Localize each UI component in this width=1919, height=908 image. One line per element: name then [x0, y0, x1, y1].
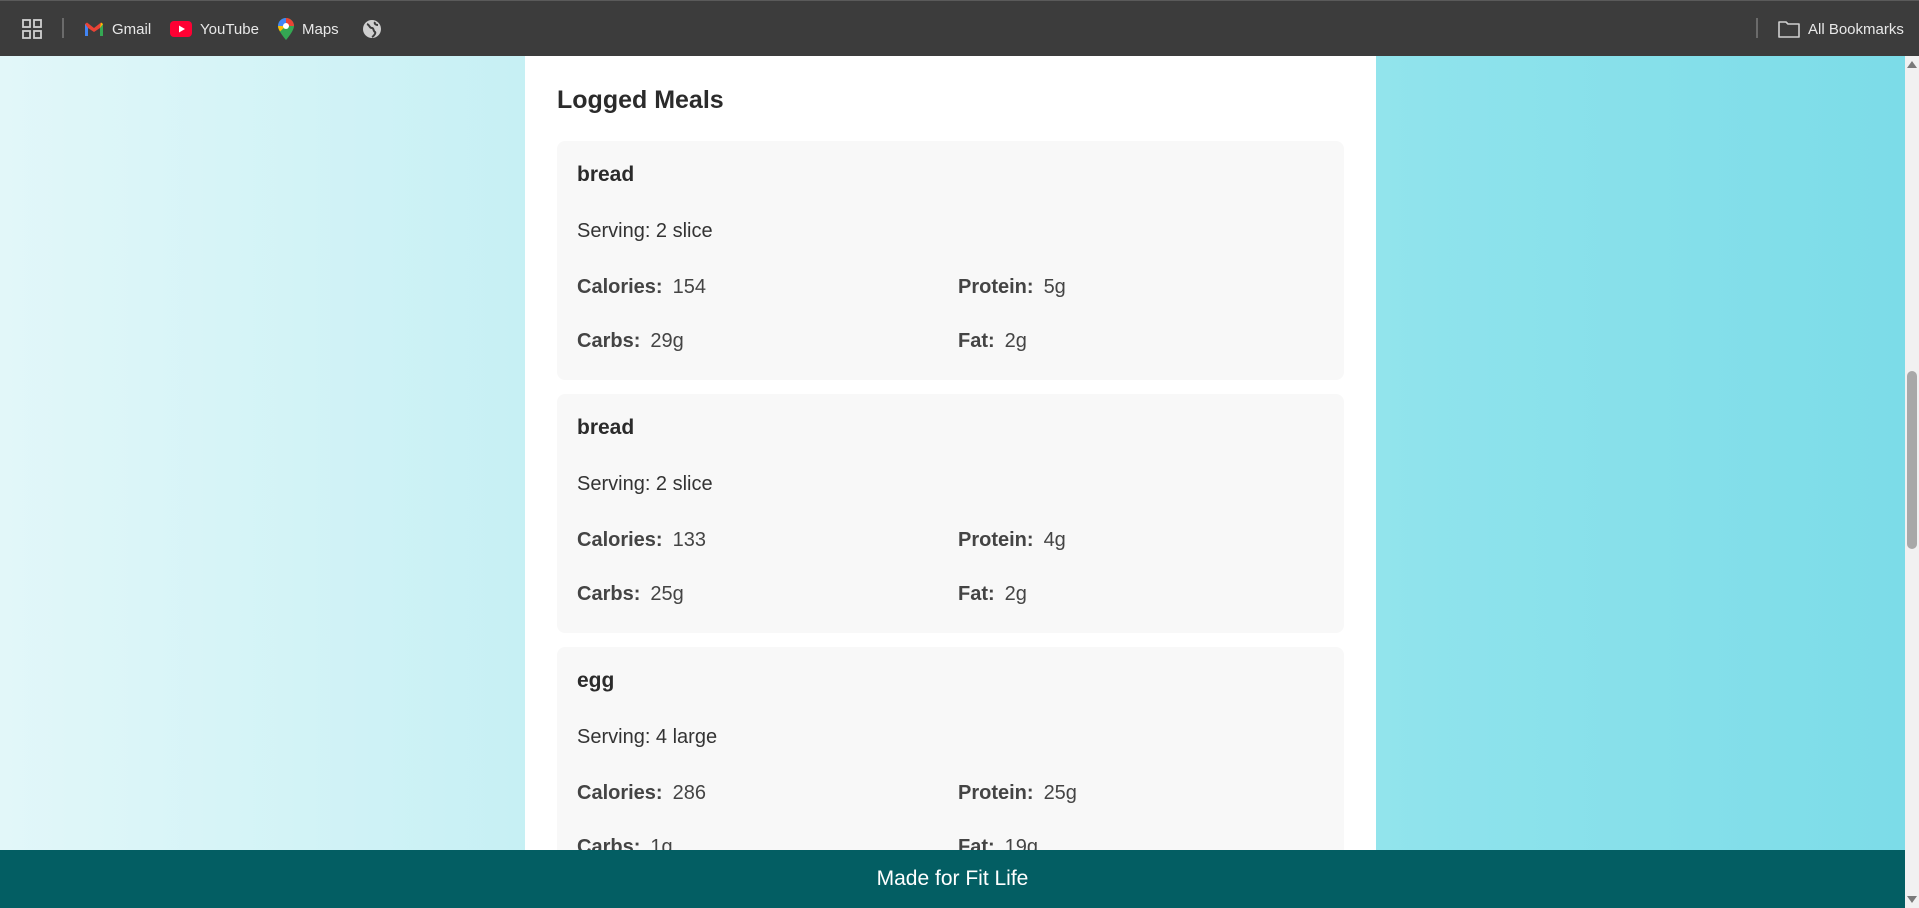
- bookmark-youtube[interactable]: YouTube: [170, 1, 259, 57]
- all-bookmarks-label: All Bookmarks: [1808, 20, 1904, 38]
- carbs-label: Carbs:: [577, 836, 641, 850]
- vertical-scrollbar[interactable]: [1905, 56, 1919, 908]
- scroll-down-arrow-icon[interactable]: [1907, 896, 1917, 903]
- meal-serving: Serving: 2 slice: [577, 220, 713, 242]
- meal-fat: Fat: 2g: [958, 330, 1027, 353]
- bookmarks-bar: Gmail YouTube Maps All Bookmarks: [0, 0, 1919, 56]
- calories-value: 133: [672, 529, 706, 551]
- all-bookmarks-button[interactable]: All Bookmarks: [1778, 1, 1904, 57]
- fat-value: 19g: [1004, 836, 1039, 850]
- meal-serving: Serving: 4 large: [577, 726, 718, 748]
- protein-label: Protein:: [958, 782, 1034, 804]
- page-footer: Made for Fit Life: [0, 850, 1905, 908]
- carbs-value: 29g: [650, 330, 684, 352]
- scrollbar-thumb[interactable]: [1907, 371, 1917, 549]
- calories-label: Calories:: [577, 276, 663, 298]
- youtube-icon: [170, 21, 192, 37]
- apps-grid-icon[interactable]: [22, 1, 42, 57]
- meal-calories: Calories: 154: [577, 276, 706, 299]
- meal-card: bread Serving: 2 slice Calories: 154 Prot…: [557, 141, 1344, 380]
- meal-calories: Calories: 286: [577, 782, 706, 805]
- meal-card: bread Serving: 2 slice Calories: 133 Prot…: [557, 394, 1344, 633]
- protein-label: Protein:: [958, 529, 1034, 551]
- protein-value: 25g: [1043, 782, 1077, 804]
- meal-serving: Serving: 2 slice: [577, 473, 713, 495]
- calories-value: 154: [672, 276, 706, 298]
- calories-label: Calories:: [577, 529, 663, 551]
- meal-name: bread: [577, 416, 635, 439]
- fat-value: 2g: [1004, 330, 1027, 352]
- bookmarks-separator: [1756, 18, 1758, 38]
- fat-label: Fat:: [958, 836, 995, 850]
- maps-icon: [278, 18, 294, 40]
- calories-label: Calories:: [577, 782, 663, 804]
- meal-carbs: Carbs: 29g: [577, 330, 684, 353]
- meal-name: bread: [577, 163, 635, 186]
- section-title: Logged Meals: [557, 86, 724, 114]
- carbs-value: 1g: [650, 836, 673, 850]
- protein-label: Protein:: [958, 276, 1034, 298]
- meal-fat: Fat: 19g: [958, 836, 1038, 850]
- meal-carbs: Carbs: 25g: [577, 583, 684, 606]
- meal-protein: Protein: 5g: [958, 276, 1066, 299]
- globe-icon[interactable]: [362, 1, 382, 57]
- meal-protein: Protein: 4g: [958, 529, 1066, 552]
- carbs-label: Carbs:: [577, 583, 641, 605]
- protein-value: 5g: [1043, 276, 1066, 298]
- bookmark-label: Gmail: [112, 20, 152, 38]
- carbs-label: Carbs:: [577, 330, 641, 352]
- calories-value: 286: [672, 782, 706, 804]
- bookmarks-separator: [62, 18, 64, 38]
- bookmark-maps[interactable]: Maps: [278, 1, 339, 57]
- meal-protein: Protein: 25g: [958, 782, 1077, 805]
- fat-label: Fat:: [958, 330, 995, 352]
- bookmark-gmail[interactable]: Gmail: [84, 1, 151, 57]
- page-background: Logged Meals bread Serving: 2 slice Calo…: [0, 56, 1905, 850]
- footer-text: Made for Fit Life: [876, 867, 1029, 890]
- meal-name: egg: [577, 669, 615, 692]
- meal-carbs: Carbs: 1g: [577, 836, 673, 850]
- fat-value: 2g: [1004, 583, 1027, 605]
- logged-meals-card: Logged Meals bread Serving: 2 slice Calo…: [525, 56, 1376, 850]
- meal-card: egg Serving: 4 large Calories: 286 Protei…: [557, 647, 1344, 850]
- meal-calories: Calories: 133: [577, 529, 706, 552]
- gmail-icon: [84, 21, 104, 37]
- scroll-up-arrow-icon[interactable]: [1907, 61, 1917, 68]
- fat-label: Fat:: [958, 583, 995, 605]
- bookmark-label: YouTube: [200, 20, 259, 38]
- bookmark-label: Maps: [302, 20, 339, 38]
- meal-fat: Fat: 2g: [958, 583, 1027, 606]
- protein-value: 4g: [1043, 529, 1066, 551]
- folder-icon: [1778, 20, 1800, 38]
- carbs-value: 25g: [650, 583, 684, 605]
